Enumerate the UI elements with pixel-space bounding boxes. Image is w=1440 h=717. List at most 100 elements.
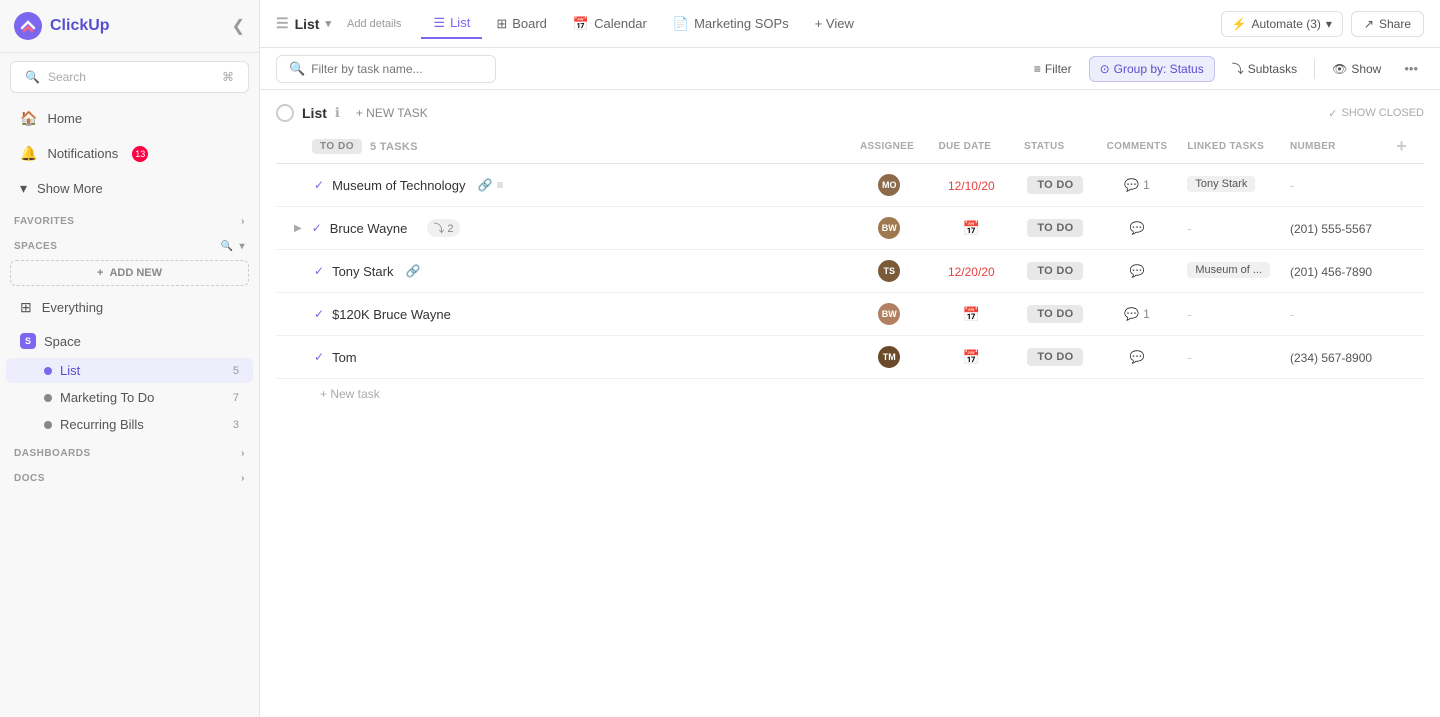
docs-section-header[interactable]: DOCS › (0, 463, 259, 488)
more-options-button[interactable]: ••• (1398, 57, 1424, 80)
add-field-cell (1386, 164, 1424, 207)
list-title-chevron[interactable]: ▾ (325, 17, 331, 30)
task-name-cell: ✓ Museum of Technology 🔗≡ (276, 164, 850, 207)
spaces-chevron-icon[interactable]: ▾ (239, 241, 245, 252)
logo-area: ClickUp (14, 12, 110, 40)
sidebar-item-recurring-bills[interactable]: Recurring Bills 3 (6, 412, 253, 437)
status-cell[interactable]: TO DO (1014, 164, 1097, 207)
table-row[interactable]: ✓ Tony Stark 🔗 TS 12/20/20 TO DO 💬 Museu… (276, 250, 1424, 293)
subtask-count[interactable]: ⤵ 2 (427, 219, 459, 237)
link-icon[interactable]: 🔗 (405, 264, 420, 278)
comment-icon: 💬 (1124, 178, 1139, 192)
subtasks-button[interactable]: ⤵ Subtasks (1221, 54, 1308, 83)
task-name-text[interactable]: Tom (332, 350, 357, 365)
add-new-button[interactable]: + ADD NEW (10, 260, 249, 286)
status-cell[interactable]: TO DO (1014, 250, 1097, 293)
show-more-label: Show More (37, 181, 103, 196)
list-title-text: List (295, 16, 320, 32)
filter-input[interactable] (311, 62, 483, 76)
show-closed-label: SHOW CLOSED (1341, 107, 1424, 119)
status-cell[interactable]: TO DO (1014, 336, 1097, 379)
sidebar-item-notifications[interactable]: 🔔 Notifications 13 (6, 137, 253, 170)
tab-board[interactable]: ⊞ Board (484, 10, 559, 38)
recurring-dot (44, 421, 52, 429)
task-name-text[interactable]: Museum of Technology (332, 178, 465, 193)
docs-label: DOCS (14, 473, 45, 484)
avatar: BW (876, 301, 902, 327)
calendar-icon: 📅 (963, 306, 980, 322)
status-cell[interactable]: TO DO (1014, 293, 1097, 336)
group-by-button[interactable]: ⊙ Group by: Status (1089, 56, 1215, 82)
show-button[interactable]: 👁 Show (1321, 56, 1392, 82)
link-icon[interactable]: 🔗 (478, 178, 493, 192)
expand-arrow[interactable]: ▶ (294, 223, 302, 234)
collapse-sidebar-button[interactable]: ❮ (232, 16, 245, 36)
comment-count: 1 (1143, 307, 1150, 321)
task-table: TO DO 5 TASKS ASSIGNEE DUE DATE STATUS C… (276, 130, 1424, 379)
sidebar-item-marketing-to-do[interactable]: Marketing To Do 7 (6, 385, 253, 410)
show-closed-button[interactable]: ✓ SHOW CLOSED (1328, 107, 1424, 120)
task-name-text[interactable]: Bruce Wayne (330, 221, 408, 236)
task-check-icon[interactable]: ✓ (314, 350, 324, 364)
add-details-link[interactable]: Add details (347, 18, 401, 30)
tab-add-view[interactable]: + View (803, 10, 866, 37)
task-name-text[interactable]: Tony Stark (332, 264, 393, 279)
th-status: STATUS (1014, 130, 1097, 164)
search-bar[interactable]: 🔍 Search ⌘ (10, 61, 249, 93)
linked-tasks-cell: - (1177, 207, 1280, 250)
spaces-section-header[interactable]: SPACES 🔍 ▾ (0, 231, 259, 256)
group-by-label: Group by: Status (1114, 62, 1204, 76)
sidebar-item-show-more[interactable]: ▾ Show More (6, 172, 253, 205)
task-check-icon[interactable]: ✓ (314, 307, 324, 321)
top-nav-right: ⚡ Automate (3) ▾ ↗ Share (1221, 11, 1424, 37)
tab-calendar[interactable]: 📅 Calendar (561, 10, 659, 38)
sidebar-item-home[interactable]: 🏠 Home (6, 102, 253, 135)
task-icons: 🔗 (405, 264, 420, 278)
subtasks-icon: ⤵ (1232, 60, 1244, 77)
comment-count: 1 (1143, 178, 1150, 192)
toolbar-separator (1314, 59, 1315, 79)
filter-input-area[interactable]: 🔍 (276, 55, 496, 83)
comments-cell: 💬 (1097, 207, 1178, 250)
task-name-text[interactable]: $120K Bruce Wayne (332, 307, 451, 322)
th-task: TO DO 5 TASKS (276, 130, 850, 164)
assignee-cell: TS (850, 250, 929, 293)
task-check-icon[interactable]: ✓ (312, 221, 322, 235)
automate-button[interactable]: ⚡ Automate (3) ▾ (1221, 11, 1343, 37)
tab-marketing-sops[interactable]: 📄 Marketing SOPs (661, 10, 801, 38)
task-check-icon[interactable]: ✓ (314, 178, 324, 192)
tab-list[interactable]: ☰ List (421, 9, 482, 39)
new-task-button[interactable]: + NEW TASK (348, 102, 436, 124)
due-date-cell: 📅 (929, 293, 1015, 336)
linked-task-badge: Tony Stark (1187, 176, 1255, 192)
filter-button[interactable]: ≡ Filter (1023, 56, 1083, 82)
status-cell[interactable]: TO DO (1014, 207, 1097, 250)
sidebar-item-list[interactable]: List 5 (6, 358, 253, 383)
add-task-row[interactable]: + New task (276, 379, 1424, 409)
list-title-area: ☰ List ▾ (276, 15, 331, 32)
table-row[interactable]: ✓ $120K Bruce Wayne BW 📅 TO DO 💬1 - - (276, 293, 1424, 336)
table-row[interactable]: ▶ ✓ Bruce Wayne ⤵ 2 BW 📅 TO DO 💬 - (201)… (276, 207, 1424, 250)
sidebar-item-everything[interactable]: ⊞ Everything (6, 291, 253, 324)
favorites-section-header[interactable]: FAVORITES › (0, 206, 259, 231)
share-button[interactable]: ↗ Share (1351, 11, 1424, 37)
avatar-group: BW (860, 301, 919, 327)
spaces-search-icon[interactable]: 🔍 (221, 241, 234, 252)
comment-area: 💬 (1107, 264, 1168, 278)
due-date: 12/20/20 (948, 265, 995, 279)
add-column-button[interactable]: + (1396, 136, 1407, 156)
list-icon[interactable]: ≡ (496, 178, 503, 192)
sidebar-item-space[interactable]: S Space (6, 326, 253, 356)
th-add-column[interactable]: + (1386, 130, 1424, 164)
list-info-icon[interactable]: ℹ (335, 105, 340, 121)
search-label: Search (48, 70, 86, 84)
task-check-icon[interactable]: ✓ (314, 264, 324, 278)
tab-list-label: List (450, 15, 470, 30)
list-count: 5 (233, 365, 239, 377)
table-row[interactable]: ✓ Tom TM 📅 TO DO 💬 - (234) 567-8900 (276, 336, 1424, 379)
dashboards-section-header[interactable]: DASHBOARDS › (0, 438, 259, 463)
add-new-label: ADD NEW (109, 267, 162, 279)
table-row[interactable]: ✓ Museum of Technology 🔗≡ MO 12/10/20 TO… (276, 164, 1424, 207)
list-content-area: List ℹ + NEW TASK ✓ SHOW CLOSED TO DO 5 … (260, 90, 1440, 717)
list-check-circle[interactable] (276, 104, 294, 122)
